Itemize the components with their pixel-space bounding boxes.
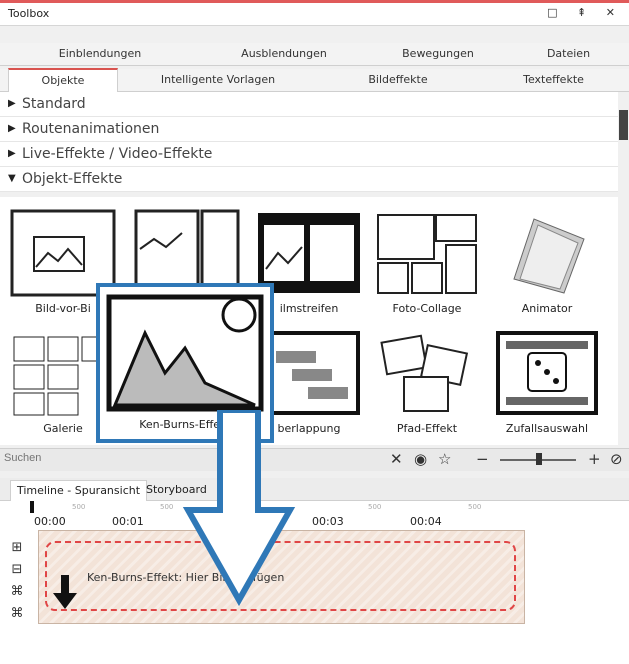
tile-label: Animator (521, 302, 573, 315)
category-label: Live-Effekte / Video-Effekte (22, 146, 213, 162)
zoom-fit-icon[interactable]: ⊘ (610, 450, 623, 468)
tab-intelligente-vorlagen[interactable]: Intelligente Vorlagen (118, 69, 318, 91)
expand-arrow-icon: ▶ (8, 123, 16, 134)
animator-flipbook-icon (513, 218, 585, 294)
random-dice-icon (496, 331, 598, 415)
insert-arrow-icon (53, 575, 77, 609)
minor-tick-label: 500 (468, 503, 482, 511)
tick-label: 00:04 (410, 515, 442, 528)
title-bar: Toolbox □ ⇞ ✕ (0, 3, 629, 26)
playhead[interactable] (30, 501, 34, 513)
collapse-track-icon[interactable]: ⌘ (6, 606, 28, 628)
tile-zufallsauswahl[interactable]: Zufallsauswahl (488, 321, 606, 441)
tick-label: 00:00 (34, 515, 66, 528)
star-icon[interactable]: ☆ (438, 450, 451, 468)
expand-track-icon[interactable]: ⌘ (6, 584, 28, 606)
tile-foto-collage[interactable]: Foto-Collage (368, 201, 486, 321)
toolbox-scrollbar[interactable] (618, 92, 629, 450)
category-label: Objekt-Effekte (22, 171, 123, 187)
remove-track-icon[interactable]: ⊟ (6, 562, 28, 584)
category-live-effekte[interactable]: ▶ Live-Effekte / Video-Effekte (0, 142, 618, 167)
tab-bewegungen[interactable]: Bewegungen (368, 43, 508, 65)
tab-einblendungen[interactable]: Einblendungen (0, 43, 200, 65)
tick-label: 00:03 (312, 515, 344, 528)
tab-objekte[interactable]: Objekte (8, 68, 118, 92)
category-list: ▶ Standard ▶ Routenanimationen ▶ Live-Effek… (0, 92, 618, 192)
timeline-tab-bar: Timeline - Spuransicht Storyboard (0, 478, 629, 501)
tile-animator[interactable]: Animator (488, 201, 606, 321)
zoom-slider-thumb[interactable] (536, 453, 542, 465)
eye-icon[interactable]: ◉ (414, 450, 427, 468)
search-bar: ✕ ◉ ☆ − + ⊘ (0, 448, 629, 471)
window-title: Toolbox (8, 7, 50, 20)
collapse-arrow-icon: ▼ (8, 173, 16, 184)
expand-arrow-icon: ▶ (8, 148, 16, 159)
category-objekt-effekte[interactable]: ▼ Objekt-Effekte (0, 167, 618, 192)
zoom-in-icon[interactable]: + (588, 450, 601, 468)
photo-collage-icon (377, 214, 477, 294)
timeline-left-tools: ⊞ ⊟ ⌘ ⌘ (6, 540, 28, 628)
tile-pfad-effekt[interactable]: Pfad-Effekt (368, 321, 486, 441)
tile-label: Pfad-Effekt (396, 422, 458, 435)
path-effect-icon (380, 334, 469, 412)
effect-grid: Bild-vor-Bi ilmstreifen Foto-Collage Ani… (0, 197, 618, 445)
tab-dateien[interactable]: Dateien (508, 43, 629, 65)
zoom-out-icon[interactable]: − (476, 450, 489, 468)
scrollbar-thumb[interactable] (619, 110, 628, 140)
category-standard[interactable]: ▶ Standard (0, 92, 618, 117)
tab-timeline-spuransicht[interactable]: Timeline - Spuransicht (10, 480, 148, 501)
ken-burns-icon (106, 294, 264, 412)
tab-row-bottom: Objekte Intelligente Vorlagen Bildeffekt… (0, 68, 629, 92)
window-controls[interactable]: □ ⇞ ✕ (547, 6, 623, 19)
add-track-icon[interactable]: ⊞ (6, 540, 28, 562)
minor-tick-label: 500 (72, 503, 86, 511)
tab-bildeffekte[interactable]: Bildeffekte (318, 69, 478, 91)
tab-ausblendungen[interactable]: Ausblendungen (200, 43, 368, 65)
clear-icon[interactable]: ✕ (390, 450, 403, 468)
tab-row-top: Einblendungen Ausblendungen Bewegungen D… (0, 43, 629, 66)
timeline-ruler[interactable]: 00:00 00:01 00:03 00:04 500 500 500 500 (0, 501, 629, 529)
category-routenanimationen[interactable]: ▶ Routenanimationen (0, 117, 618, 142)
tab-texteffekte[interactable]: Texteffekte (478, 69, 629, 91)
expand-arrow-icon: ▶ (8, 98, 16, 109)
category-label: Standard (22, 96, 86, 112)
minor-tick-label: 500 (368, 503, 382, 511)
category-label: Routenanimationen (22, 121, 160, 137)
tile-label: Foto-Collage (392, 302, 462, 315)
drag-arrow-icon (182, 410, 296, 607)
tile-label: Zufallsauswahl (505, 422, 589, 435)
tick-label: 00:01 (112, 515, 144, 528)
